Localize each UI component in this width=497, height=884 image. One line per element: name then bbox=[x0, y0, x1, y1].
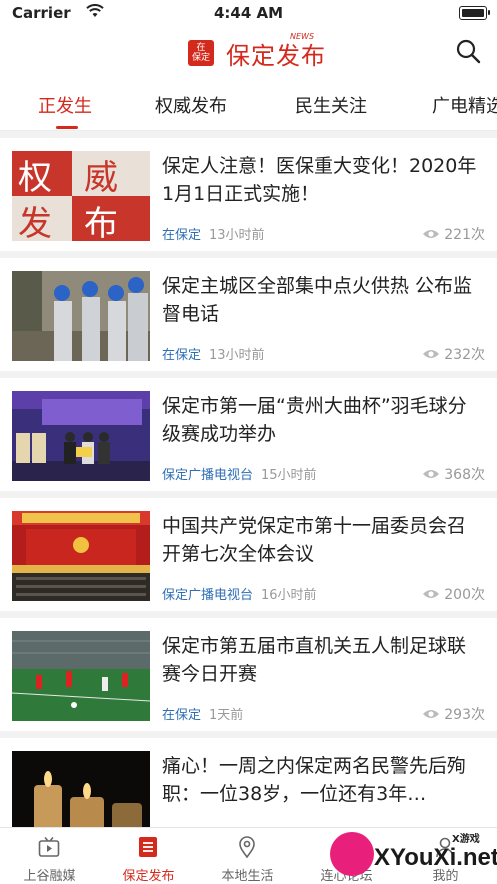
news-views-count: 200次 bbox=[444, 587, 485, 603]
battery-icon bbox=[459, 6, 490, 20]
news-views-count: 221次 bbox=[444, 227, 485, 243]
news-thumbnail bbox=[12, 751, 150, 831]
tab-quanwei[interactable]: 权威发布 bbox=[155, 92, 227, 118]
news-thumbnail bbox=[12, 391, 150, 481]
news-title: 保定市第五届市直机关五人制足球联赛今日开赛 bbox=[162, 635, 467, 685]
news-title: 中国共产党保定市第十一届委员会召开第七次全体会议 bbox=[162, 515, 467, 565]
news-title: 痛心！一周之内保定两名民警先后殉职：一位38岁，一位还有3年… bbox=[162, 755, 467, 805]
tab-underline bbox=[56, 126, 78, 129]
tabbar-item-baoding[interactable]: 保定发布 bbox=[99, 828, 198, 884]
news-time: 15小时前 bbox=[261, 468, 317, 483]
category-tabs: 正发生 权威发布 民生关注 广电精选 bbox=[0, 78, 497, 131]
news-thumbnail: 权 威 发 布 bbox=[12, 151, 150, 241]
eye-icon bbox=[423, 590, 440, 598]
watermark-small: X游戏 bbox=[452, 834, 480, 845]
watermark-logo-icon bbox=[330, 832, 374, 876]
eye-icon bbox=[423, 230, 440, 238]
tabbar-label: 保定发布 bbox=[122, 869, 175, 884]
news-source[interactable]: 在保定 bbox=[162, 348, 201, 363]
news-item[interactable]: 中国共产党保定市第十一届委员会召开第七次全体会议 保定广播电视台 16小时前 20… bbox=[0, 498, 497, 611]
news-source[interactable]: 在保定 bbox=[162, 708, 201, 723]
news-item[interactable]: 保定主城区全部集中点火供热 公布监督电话 在保定 13小时前 232次 bbox=[0, 258, 497, 371]
news-meta: 保定广播电视台 15小时前 bbox=[162, 464, 317, 483]
news-views-count: 368次 bbox=[444, 467, 485, 483]
news-views: 232次 bbox=[422, 344, 485, 364]
app-header: 在 保定 保定发布 NEWS bbox=[0, 26, 497, 78]
news-meta: 在保定 13小时前 bbox=[162, 224, 265, 243]
eye-icon bbox=[423, 350, 440, 358]
logo-badge-line1: 在 bbox=[196, 43, 206, 53]
search-icon[interactable] bbox=[455, 38, 481, 64]
list-icon bbox=[139, 837, 157, 857]
tabbar-item-shanggu[interactable]: 上谷融媒 bbox=[0, 828, 99, 884]
news-time: 1天前 bbox=[209, 708, 244, 723]
status-bar: Carrier 4:44 AM bbox=[0, 0, 497, 26]
news-time: 13小时前 bbox=[209, 228, 265, 243]
tab-minsheng[interactable]: 民生关注 bbox=[295, 92, 367, 118]
news-meta: 在保定 1天前 bbox=[162, 704, 243, 723]
news-views: 200次 bbox=[422, 584, 485, 604]
svg-text:权: 权 bbox=[18, 158, 52, 198]
news-title: 保定主城区全部集中点火供热 公布监督电话 bbox=[162, 275, 473, 325]
tabbar-label: 本地生活 bbox=[221, 869, 274, 884]
news-source[interactable]: 在保定 bbox=[162, 228, 201, 243]
svg-text:布: 布 bbox=[84, 204, 118, 241]
news-title: 保定市第一届“贵州大曲杯”羽毛球分级赛成功举办 bbox=[162, 395, 467, 445]
news-views: 221次 bbox=[422, 224, 485, 244]
news-title: 保定人注意！医保重大变化！2020年1月1日正式实施！ bbox=[162, 155, 477, 205]
svg-text:发: 发 bbox=[18, 204, 52, 241]
logo-title: 保定发布 bbox=[226, 42, 326, 70]
news-item[interactable]: 痛心！一周之内保定两名民警先后殉职：一位38岁，一位还有3年… bbox=[0, 738, 497, 831]
watermark: X游戏 XYouXi.net bbox=[322, 826, 497, 883]
tabbar-item-local[interactable]: 本地生活 bbox=[198, 828, 297, 884]
news-meta: 保定广播电视台 16小时前 bbox=[162, 584, 317, 603]
news-meta: 在保定 13小时前 bbox=[162, 344, 265, 363]
news-source[interactable]: 保定广播电视台 bbox=[162, 588, 253, 603]
tv-icon bbox=[38, 836, 60, 857]
tabbar-label: 上谷融媒 bbox=[23, 869, 76, 884]
news-views-count: 293次 bbox=[444, 707, 485, 723]
clock: 4:44 AM bbox=[213, 4, 284, 22]
tab-zhengfasheng[interactable]: 正发生 bbox=[38, 92, 92, 118]
news-thumbnail bbox=[12, 631, 150, 721]
tab-guangdian[interactable]: 广电精选 bbox=[432, 92, 497, 118]
eye-icon bbox=[423, 710, 440, 718]
news-views-count: 232次 bbox=[444, 347, 485, 363]
svg-text:威: 威 bbox=[84, 158, 118, 198]
eye-icon bbox=[423, 470, 440, 478]
watermark-text: XYouXi.net bbox=[374, 844, 497, 871]
news-time: 13小时前 bbox=[209, 348, 265, 363]
news-thumbnail bbox=[12, 271, 150, 361]
news-item[interactable]: 保定市第一届“贵州大曲杯”羽毛球分级赛成功举办 保定广播电视台 15小时前 368… bbox=[0, 378, 497, 491]
news-item[interactable]: 保定市第五届市直机关五人制足球联赛今日开赛 在保定 1天前 293次 bbox=[0, 618, 497, 731]
location-icon bbox=[239, 836, 255, 858]
news-source[interactable]: 保定广播电视台 bbox=[162, 468, 253, 483]
logo-badge-line2: 保定 bbox=[191, 53, 210, 63]
news-views: 368次 bbox=[422, 464, 485, 484]
news-time: 16小时前 bbox=[261, 588, 317, 603]
logo-badge: 在 保定 bbox=[188, 40, 214, 66]
logo-news: NEWS bbox=[290, 32, 315, 41]
news-item[interactable]: 权 威 发 布 保定人注意！医保重大变化！2020年1月1日正式实施！ 在保定 1… bbox=[0, 138, 497, 251]
news-views: 293次 bbox=[422, 704, 485, 724]
news-thumbnail bbox=[12, 511, 150, 601]
